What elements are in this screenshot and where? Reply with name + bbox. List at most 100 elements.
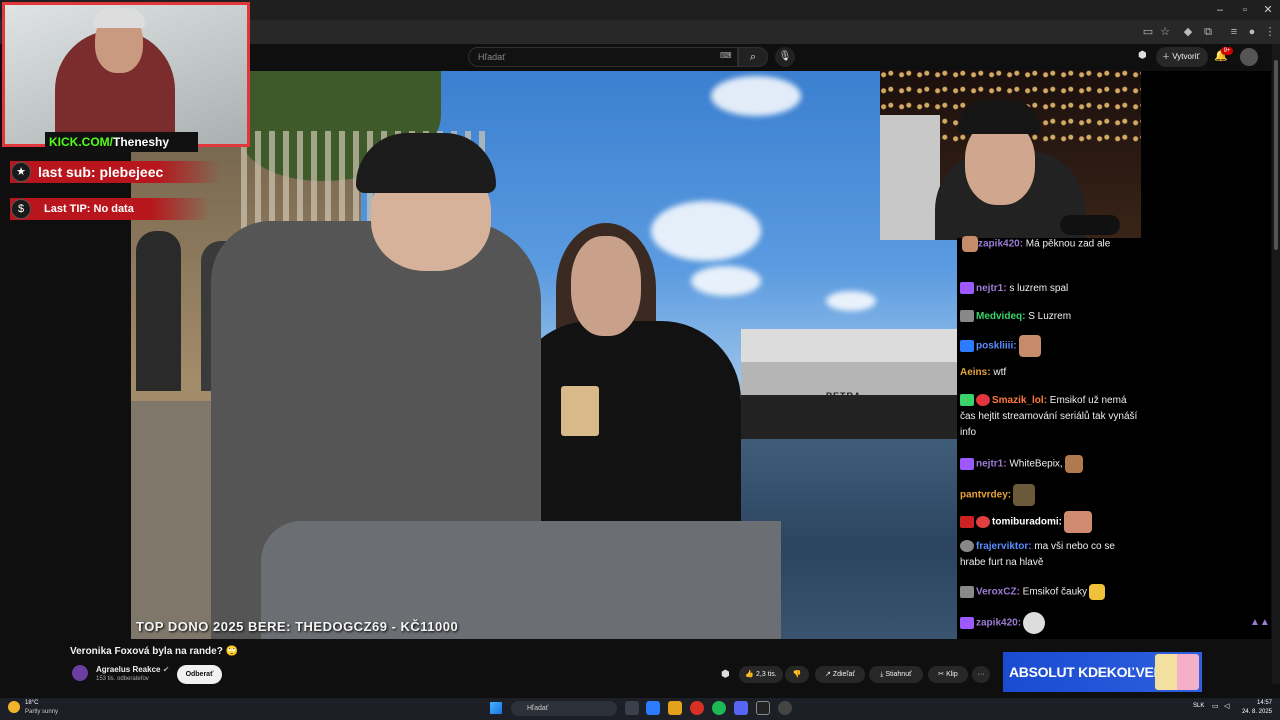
- emote-icon[interactable]: ⬢: [721, 669, 733, 681]
- account-avatar[interactable]: [1240, 48, 1258, 66]
- keyboard-icon[interactable]: ⌨: [720, 51, 732, 61]
- microphone: [1060, 215, 1120, 235]
- subscribe-button[interactable]: Odberať: [177, 665, 222, 684]
- ad-product-image: [1155, 654, 1199, 690]
- kick-channel: Theneshy: [113, 135, 170, 149]
- file-explorer-icon[interactable]: [668, 701, 682, 715]
- chat-message: VeroxCZ: Emsikof čauky: [960, 584, 1140, 601]
- clip-label: Klip: [946, 671, 958, 678]
- clock-date[interactable]: 24. 8. 2025: [1240, 709, 1272, 715]
- thumbs-down-icon: 👎: [792, 671, 802, 678]
- more-actions-button[interactable]: ···: [972, 666, 990, 683]
- emote: [1089, 584, 1106, 600]
- guest-webcam: [880, 70, 1141, 240]
- crown-icon: [960, 340, 974, 352]
- video-player[interactable]: PETRA TOP DONO 2025 BERE: THEDOGCZ69 - K…: [131, 71, 957, 639]
- create-button[interactable]: ＋ Vytvoriť: [1156, 47, 1208, 67]
- emote: [1013, 484, 1036, 506]
- discord-icon[interactable]: [734, 701, 748, 715]
- weather-desc: Partly sunny: [25, 709, 59, 715]
- like-button[interactable]: 👍 2,3 tis.: [739, 666, 783, 683]
- badge-icon: [960, 617, 974, 629]
- search-button[interactable]: ⌕: [738, 47, 768, 67]
- pedestrian: [136, 231, 181, 391]
- dislike-button[interactable]: 👎: [785, 666, 809, 683]
- chat-user: tomiburadomi:: [992, 516, 1062, 528]
- chat-message: zapik420:: [960, 612, 1140, 634]
- emote: [962, 236, 978, 252]
- chat-user: Medvideq:: [976, 311, 1026, 322]
- badge-icon: [960, 516, 974, 528]
- extension-icon[interactable]: ◆: [1180, 24, 1196, 40]
- volume-icon[interactable]: ◁: [1224, 702, 1229, 710]
- star-icon: ★: [11, 162, 31, 182]
- cloud: [651, 201, 761, 261]
- chat-user: nejtr1:: [976, 458, 1007, 470]
- create-label: Vytvoriť: [1172, 52, 1200, 61]
- chat-message: tomiburadomi:: [960, 511, 1140, 533]
- notification-badge: 9+: [1221, 47, 1233, 55]
- chat-text: S Luzrem: [1025, 311, 1072, 322]
- windows-start-icon[interactable]: [490, 702, 502, 714]
- mic-button[interactable]: 🎙: [775, 47, 795, 67]
- clock-time[interactable]: 14:57: [1240, 700, 1272, 706]
- kick-prefix: KICK.COM/: [49, 135, 113, 149]
- star-icon[interactable]: ☆: [1157, 24, 1173, 40]
- search-icon: ⌕: [749, 51, 757, 63]
- task-view-icon[interactable]: [625, 701, 639, 715]
- maximize-icon[interactable]: ▫: [1233, 2, 1257, 18]
- input-language[interactable]: SLK: [1193, 703, 1204, 709]
- close-icon[interactable]: ✕: [1256, 2, 1280, 18]
- download-button[interactable]: ⤓ Stiahnuť: [869, 666, 923, 683]
- wall-photo: [880, 115, 940, 240]
- taskbar: [0, 698, 1280, 720]
- download-label: Stiahnuť: [885, 671, 912, 678]
- search-input[interactable]: Hľadať: [468, 47, 738, 67]
- network-icon[interactable]: ▭: [1212, 702, 1219, 710]
- profile-icon[interactable]: ●: [1244, 24, 1260, 40]
- scrollbar-thumb[interactable]: [1274, 60, 1278, 250]
- share-button[interactable]: ↗ Zdieľať: [815, 666, 865, 683]
- weather-sun-icon[interactable]: [8, 701, 20, 713]
- edge-icon[interactable]: [646, 701, 660, 715]
- emote: [1023, 612, 1046, 634]
- badge-icon: [960, 540, 974, 553]
- screen-icon[interactable]: ▭: [1140, 24, 1156, 40]
- chat-message: frajerviktor: ma vši nebo co se hrabe fu…: [960, 539, 1140, 571]
- spotify-icon[interactable]: [712, 701, 726, 715]
- chat-message: zapik420: Má pěknou zad ale: [960, 236, 1140, 253]
- menu-icon[interactable]: ≡: [1226, 24, 1242, 40]
- woman-face: [571, 236, 641, 336]
- chat-text: WhiteBepix,: [1006, 458, 1063, 470]
- last-tip-banner: Last TIP: No data: [10, 198, 210, 220]
- chat-message: Smazik_lol: Emsikof už nemá čas hejtit s…: [960, 393, 1140, 441]
- kebab-icon[interactable]: ⋮: [1262, 24, 1278, 40]
- minimize-icon[interactable]: –: [1208, 2, 1232, 18]
- emote: [1064, 511, 1092, 533]
- streamer-webcam: [2, 2, 250, 147]
- man-cap: [356, 133, 496, 193]
- channel-name-text: Agraelus Reakce: [96, 665, 161, 674]
- obs-icon[interactable]: [778, 701, 792, 715]
- mic-icon: 🎙: [778, 51, 792, 62]
- chat-text: Má pěknou zad ale: [1023, 238, 1111, 250]
- cast-icon[interactable]: ⬢: [1138, 50, 1150, 62]
- right-panel: [1141, 71, 1271, 639]
- chrome-icon[interactable]: [690, 701, 704, 715]
- channel-avatar[interactable]: [72, 665, 88, 681]
- dollar-icon: $: [11, 199, 31, 219]
- chat-user: VeroxCZ:: [976, 586, 1020, 598]
- taskbar-search[interactable]: Hľadať: [511, 701, 617, 716]
- chat-panel: zapik420: Má pěknou zad ale nejtr1: s lu…: [957, 236, 1141, 639]
- chat-user: poskliiii:: [976, 340, 1017, 352]
- app-icon[interactable]: [756, 701, 770, 715]
- clip-button[interactable]: ✂ Klip: [928, 666, 968, 683]
- channel-name[interactable]: Agraelus Reakce ✔: [96, 665, 169, 674]
- badge-icon: [960, 310, 974, 323]
- chat-text: wtf: [990, 367, 1007, 378]
- chat-user: Aeins:: [960, 367, 991, 378]
- chat-user: frajerviktor:: [976, 541, 1032, 552]
- chat-user: zapik420:: [978, 238, 1024, 250]
- share-label: Zdieľať: [832, 671, 855, 678]
- puzzle-icon[interactable]: ⧉: [1200, 24, 1216, 40]
